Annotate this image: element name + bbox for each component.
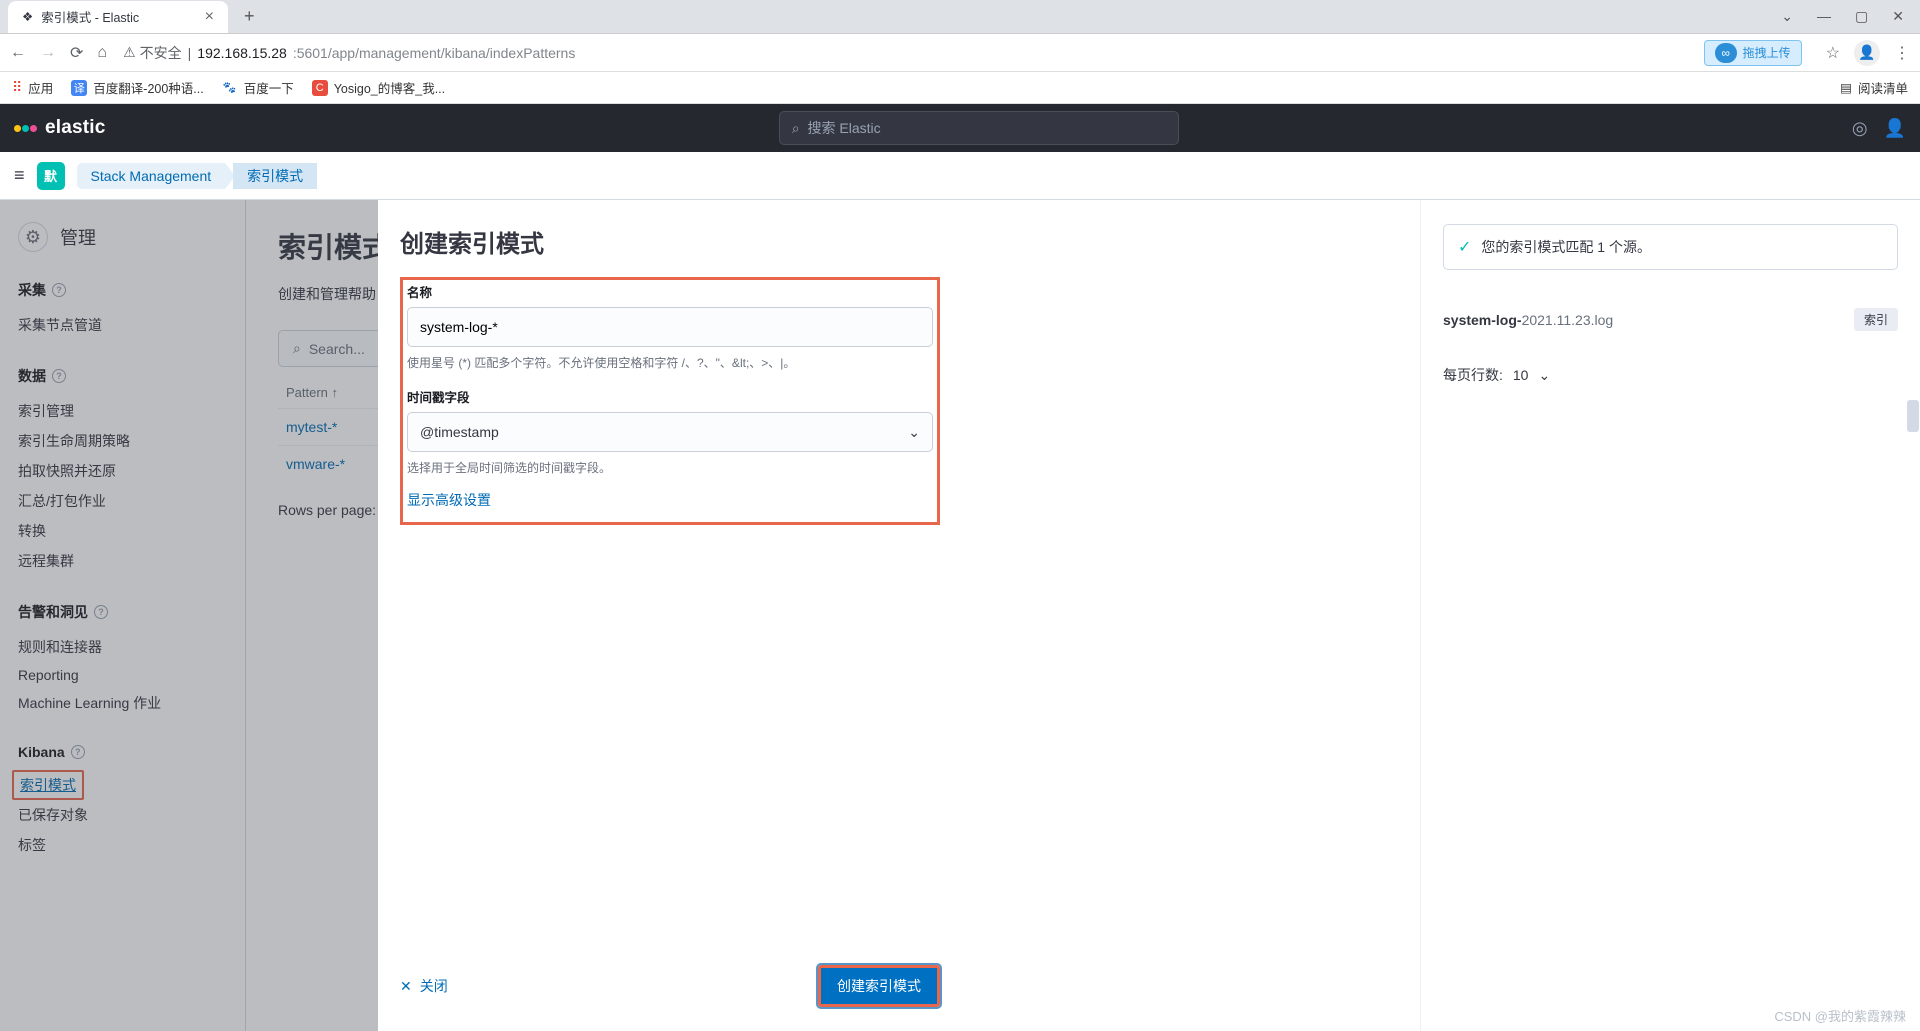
callout-text: 您的索引模式匹配 1 个源。 bbox=[1481, 237, 1651, 257]
cloud-icon: ∞ bbox=[1715, 43, 1737, 63]
minimize-icon[interactable]: — bbox=[1817, 8, 1831, 25]
crumb-stack-management[interactable]: Stack Management bbox=[77, 163, 226, 189]
flyout-side-panel: ✓ 您的索引模式匹配 1 个源。 system-log-2021.11.23.l… bbox=[1420, 200, 1920, 1031]
search-placeholder: 搜索 Elastic bbox=[808, 118, 881, 138]
source-badge: 索引 bbox=[1854, 308, 1898, 331]
perpage-value: 10 bbox=[1513, 367, 1529, 383]
search-icon: ⌕ bbox=[792, 120, 800, 137]
warning-icon: ⚠ bbox=[123, 44, 136, 61]
help-icon[interactable]: ◎ bbox=[1852, 118, 1868, 139]
create-index-pattern-button[interactable]: 创建索引模式 bbox=[818, 965, 940, 1007]
source-match: system-log- bbox=[1443, 312, 1522, 328]
forward-icon[interactable]: → bbox=[40, 44, 56, 62]
close-icon: ✕ bbox=[400, 978, 412, 995]
chevron-down-icon[interactable]: ⌄ bbox=[1781, 8, 1793, 25]
home-icon[interactable]: ⌂ bbox=[97, 44, 107, 62]
reading-list-icon: ▤ bbox=[1840, 80, 1852, 95]
bookmark-1-label: 百度翻译-200种语... bbox=[93, 78, 203, 97]
bookmark-3-label: Yosigo_的博客_我... bbox=[334, 78, 445, 97]
hamburger-icon[interactable]: ≡ bbox=[14, 165, 25, 186]
insecure-text: 不安全 bbox=[140, 43, 182, 63]
maximize-icon[interactable]: ▢ bbox=[1855, 8, 1868, 25]
check-icon: ✓ bbox=[1458, 237, 1471, 257]
reading-list-button[interactable]: ▤ 阅读清单 bbox=[1840, 78, 1908, 97]
logo-mark bbox=[14, 125, 37, 132]
app-header: elastic ⌕ 搜索 Elastic ◎ 👤 bbox=[0, 104, 1920, 152]
profile-avatar[interactable]: 👤 bbox=[1854, 40, 1880, 66]
bookmark-3[interactable]: C Yosigo_的博客_我... bbox=[312, 78, 445, 97]
source-rest: 2021.11.23.log bbox=[1522, 312, 1614, 328]
star-icon[interactable]: ☆ bbox=[1826, 43, 1840, 63]
create-index-pattern-flyout: 创建索引模式 名称 使用星号 (*) 匹配多个字符。不允许使用空格和字符 /、?… bbox=[378, 200, 1920, 1031]
flyout-title: 创建索引模式 bbox=[400, 224, 1398, 259]
timestamp-value: @timestamp bbox=[420, 424, 499, 440]
watermark: CSDN @我的紫霞辣辣 bbox=[1774, 1006, 1906, 1025]
scrollbar-thumb[interactable] bbox=[1907, 400, 1919, 432]
elastic-favicon: ❖ bbox=[22, 9, 33, 24]
separator: | bbox=[188, 45, 192, 61]
brand-text: elastic bbox=[45, 117, 106, 139]
url-bar[interactable]: ⚠ 不安全 | 192.168.15.28 :5601/app/managemen… bbox=[121, 39, 1690, 67]
kebab-menu-icon[interactable]: ⋮ bbox=[1894, 43, 1910, 63]
name-input[interactable] bbox=[407, 307, 933, 347]
name-help: 使用星号 (*) 匹配多个字符。不允许使用空格和字符 /、?、"、&lt;、>、… bbox=[407, 354, 933, 371]
apps-icon: ⠿ bbox=[12, 79, 22, 96]
timestamp-label: 时间戳字段 bbox=[407, 387, 933, 406]
window-controls: ⌄ — ▢ ✕ bbox=[1781, 8, 1920, 25]
insecure-indicator[interactable]: ⚠ 不安全 bbox=[123, 43, 182, 63]
global-search[interactable]: ⌕ 搜索 Elastic bbox=[779, 111, 1179, 145]
chevron-down-icon: ⌄ bbox=[1538, 367, 1550, 384]
apps-button[interactable]: ⠿ 应用 bbox=[12, 78, 53, 97]
browser-nav-bar: ← → ⟳ ⌂ ⚠ 不安全 | 192.168.15.28 :5601/app/m… bbox=[0, 34, 1920, 72]
upload-pill-label: 拖拽上传 bbox=[1743, 44, 1791, 61]
match-callout: ✓ 您的索引模式匹配 1 个源。 bbox=[1443, 224, 1898, 270]
url-host: 192.168.15.28 bbox=[197, 45, 287, 61]
perpage-label: 每页行数: bbox=[1443, 365, 1503, 385]
show-advanced-link[interactable]: 显示高级设置 bbox=[407, 492, 491, 508]
highlighted-form-area: 名称 使用星号 (*) 匹配多个字符。不允许使用空格和字符 /、?、"、&lt;… bbox=[400, 277, 940, 525]
baidu-icon: 🐾 bbox=[222, 80, 238, 96]
timestamp-select[interactable]: @timestamp ⌄ bbox=[407, 412, 933, 452]
close-window-icon[interactable]: ✕ bbox=[1892, 8, 1904, 25]
source-row: system-log-2021.11.23.log 索引 bbox=[1443, 298, 1898, 341]
timestamp-help: 选择用于全局时间筛选的时间戳字段。 bbox=[407, 459, 933, 476]
close-button[interactable]: ✕ 关闭 bbox=[400, 976, 448, 996]
csdn-icon: C bbox=[312, 80, 328, 96]
reload-icon[interactable]: ⟳ bbox=[70, 43, 83, 63]
space-badge[interactable]: 默 bbox=[37, 162, 65, 190]
tab-title: 索引模式 - Elastic bbox=[41, 7, 139, 26]
per-page-selector[interactable]: 每页行数: 10 ⌄ bbox=[1443, 365, 1898, 385]
bookmark-2[interactable]: 🐾 百度一下 bbox=[222, 78, 294, 97]
user-avatar-icon[interactable]: 👤 bbox=[1884, 118, 1906, 139]
browser-tab-bar: ❖ 索引模式 - Elastic × + ⌄ — ▢ ✕ bbox=[0, 0, 1920, 34]
browser-tab[interactable]: ❖ 索引模式 - Elastic × bbox=[8, 1, 228, 33]
name-label: 名称 bbox=[407, 282, 933, 301]
app-body: ⚙ 管理 采集? 采集节点管道 数据? 索引管理 索引生命周期策略 拍取快照并还… bbox=[0, 200, 1920, 1031]
reading-list-label: 阅读清单 bbox=[1858, 78, 1908, 97]
bookmark-2-label: 百度一下 bbox=[244, 78, 294, 97]
crumb-index-patterns[interactable]: 索引模式 bbox=[233, 163, 317, 189]
new-tab-button[interactable]: + bbox=[236, 6, 263, 27]
translate-icon: 译 bbox=[71, 80, 87, 96]
upload-pill[interactable]: ∞ 拖拽上传 bbox=[1704, 40, 1802, 66]
bookmark-bar: ⠿ 应用 译 百度翻译-200种语... 🐾 百度一下 C Yosigo_的博客… bbox=[0, 72, 1920, 104]
breadcrumb-bar: ≡ 默 Stack Management 索引模式 bbox=[0, 152, 1920, 200]
close-label: 关闭 bbox=[420, 976, 448, 996]
bookmark-1[interactable]: 译 百度翻译-200种语... bbox=[71, 78, 203, 97]
chevron-down-icon: ⌄ bbox=[908, 424, 920, 441]
url-path: :5601/app/management/kibana/indexPattern… bbox=[293, 45, 576, 61]
apps-label: 应用 bbox=[28, 78, 53, 97]
back-icon[interactable]: ← bbox=[10, 44, 26, 62]
close-tab-icon[interactable]: × bbox=[205, 8, 214, 26]
elastic-logo[interactable]: elastic bbox=[14, 117, 106, 139]
